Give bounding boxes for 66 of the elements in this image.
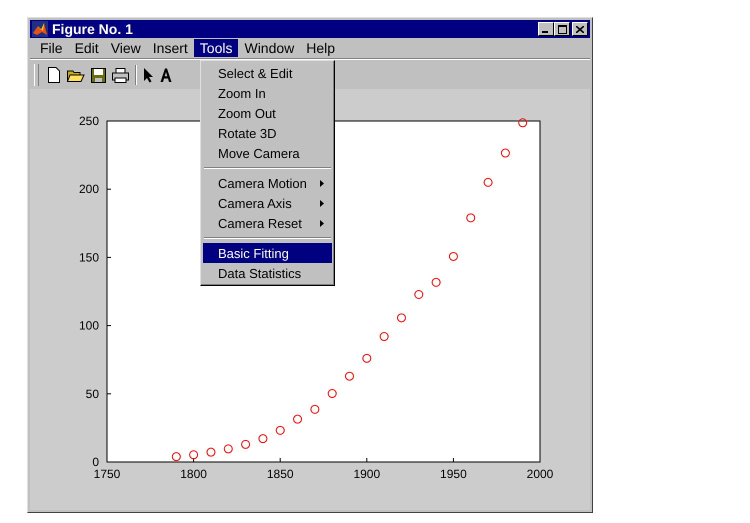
menu-item[interactable]: Insert	[146, 39, 194, 57]
menu-item[interactable]: Basic Fitting	[203, 243, 332, 263]
menu-item[interactable]: Data Statistics	[203, 263, 332, 283]
text-tool-icon[interactable]	[160, 68, 172, 82]
data-point	[276, 426, 285, 435]
minimize-button[interactable]	[538, 22, 554, 36]
close-button[interactable]	[572, 22, 588, 36]
data-point	[380, 332, 389, 341]
data-point	[189, 450, 198, 460]
data-point	[328, 389, 337, 398]
data-point	[484, 178, 493, 187]
x-tick-label: 1900	[353, 467, 380, 481]
menu-item[interactable]: Move Camera	[203, 143, 332, 163]
printer-icon[interactable]	[112, 68, 129, 82]
data-point	[241, 440, 250, 449]
data-point	[293, 414, 302, 424]
menu-item[interactable]: Tools	[194, 39, 238, 57]
save-icon[interactable]	[91, 68, 106, 82]
data-point	[258, 434, 268, 444]
x-tick-label: 1950	[440, 467, 467, 481]
menu-item[interactable]: View	[104, 39, 147, 57]
x-tick-label: 1750	[94, 467, 120, 481]
data-point	[206, 448, 216, 457]
new-file-icon[interactable]	[47, 67, 61, 83]
window-title: Figure No. 1	[52, 21, 134, 37]
menu-item[interactable]: Edit	[68, 39, 105, 57]
y-tick-label: 200	[78, 182, 99, 196]
data-point	[466, 213, 476, 222]
menu-item[interactable]: Rotate 3D	[203, 123, 332, 143]
data-point	[500, 148, 510, 158]
data-point	[518, 118, 528, 128]
x-tick-label: 2000	[526, 467, 554, 481]
menu-item[interactable]: Zoom Out	[203, 103, 332, 123]
y-tick-label: 150	[78, 250, 99, 264]
menu-item[interactable]: Window	[238, 39, 300, 57]
x-tick-label: 1800	[180, 467, 207, 481]
app-icon	[32, 21, 48, 37]
y-tick-label: 250	[78, 114, 99, 128]
y-tick-label: 100	[78, 318, 99, 333]
data-point	[172, 452, 181, 462]
close-icon	[576, 26, 584, 32]
menu-item[interactable]: Camera Axis	[203, 193, 332, 213]
data-point	[414, 290, 424, 299]
submenu-arrow-icon	[320, 200, 324, 206]
menu-item[interactable]: Zoom In	[203, 83, 332, 103]
open-folder-icon[interactable]	[67, 68, 85, 82]
y-tick-label: 0	[92, 455, 99, 469]
menu-item[interactable]: Help	[300, 39, 342, 57]
y-tick-label: 50	[86, 386, 99, 401]
menu-item[interactable]: Select & Edit	[203, 63, 332, 83]
submenu-arrow-icon	[320, 220, 324, 226]
data-point	[310, 404, 320, 414]
data-point	[224, 444, 233, 454]
submenu-arrow-icon	[320, 180, 324, 186]
pointer-arrow-icon[interactable]	[143, 67, 154, 83]
data-point	[396, 313, 406, 322]
menu-item[interactable]: Camera Motion	[203, 173, 332, 193]
data-point	[432, 278, 441, 287]
data-point	[448, 252, 458, 261]
maximize-icon	[558, 24, 566, 34]
data-point	[344, 372, 354, 381]
x-tick-label: 1850	[266, 467, 294, 481]
menu-item[interactable]: Camera Reset	[203, 213, 332, 233]
data-point	[362, 354, 372, 363]
maximize-button[interactable]	[554, 22, 570, 36]
menu-item[interactable]: File	[34, 39, 69, 57]
